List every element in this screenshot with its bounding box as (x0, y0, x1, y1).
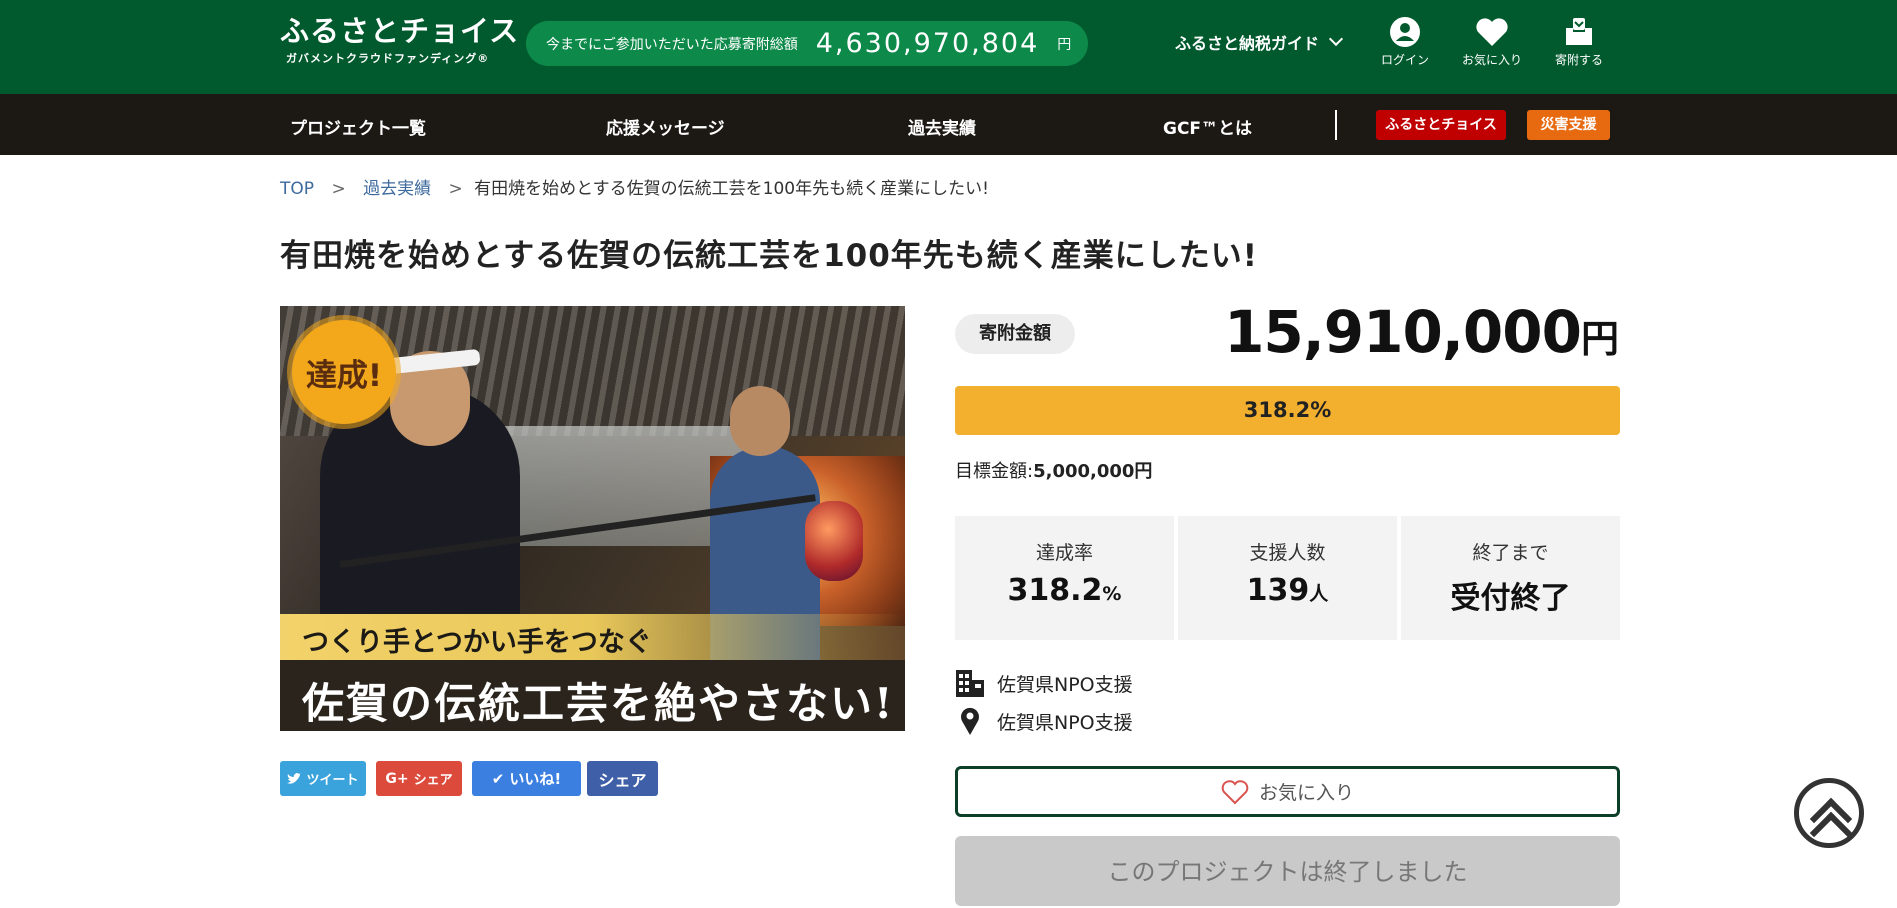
logo-sub-text: ガバメントクラウドファンディング® (286, 51, 490, 65)
gplus-label: シェア (413, 773, 453, 788)
map-pin-icon (961, 707, 979, 735)
site-logo[interactable]: ふるさとチョイス ガバメントクラウドファンディング® (280, 14, 520, 66)
user-icon (1390, 17, 1420, 47)
stat-achievement-rate: 達成率 318.2% (955, 516, 1174, 640)
favorites-label: お気に入り (1461, 53, 1522, 67)
breadcrumb: TOP > 過去実績 > 有田焼を始めとする佐賀の伝統工芸を100年先も続く産業… (280, 174, 989, 199)
nav-project-list[interactable]: プロジェクト一覧 (290, 114, 426, 139)
hero-caption-top: つくり手とつかい手をつなぐ (280, 614, 905, 660)
breadcrumb-separator: > (448, 179, 463, 199)
donate-button[interactable]: 寄附する (1544, 16, 1614, 68)
total-donation-pill: 今までにご参加いただいた応募寄附総額 4,630,970,804 円 (526, 21, 1088, 66)
nav-divider (1335, 110, 1337, 140)
total-donation-unit: 円 (1057, 36, 1072, 53)
target-amount: 目標金額:5,000,000円 (955, 457, 1152, 483)
donate-label: 寄附する (1554, 53, 1603, 67)
login-button[interactable]: ログイン (1370, 16, 1440, 68)
donation-amount: 15,910,000円 (1224, 298, 1619, 366)
donation-amount-unit: 円 (1580, 317, 1619, 361)
facebook-share-button[interactable]: シェア (587, 761, 658, 796)
stat-value: 受付終了 (1401, 573, 1620, 617)
achieved-badge-text: 達成! (305, 357, 383, 394)
twitter-icon (287, 772, 302, 784)
hero-caption-top-text: つくり手とつかい手をつなぐ (302, 627, 652, 658)
stat-label: 支援人数 (1249, 542, 1326, 564)
add-to-favorites-button[interactable]: お気に入り (955, 766, 1620, 817)
breadcrumb-past-results[interactable]: 過去実績 (363, 179, 431, 199)
stat-number: 318.2 (1007, 573, 1103, 608)
target-amount-label: 目標金額: (955, 461, 1034, 482)
stat-time-remaining: 終了まで 受付終了 (1401, 516, 1620, 640)
scroll-to-top-button[interactable] (1794, 778, 1864, 848)
chevron-down-icon (1328, 31, 1344, 47)
stat-unit: 人 (1309, 583, 1329, 605)
achieved-badge: 達成! (292, 320, 396, 424)
stat-supporters: 支援人数 139人 (1178, 516, 1397, 640)
total-donation-label: 今までにご参加いただいた応募寄附総額 (546, 36, 798, 53)
tweet-button[interactable]: ツイート (280, 761, 366, 796)
gplus-icon: G+ (385, 770, 409, 787)
furusato-guide-dropdown[interactable]: ふるさと納税ガイド (1175, 30, 1344, 54)
project-closed-button: このプロジェクトは終了しました (955, 836, 1620, 906)
stat-value: 139人 (1178, 573, 1397, 608)
furusato-choice-badge[interactable]: ふるさとチョイス (1376, 110, 1506, 140)
total-donation-amount: 4,630,970,804 (815, 28, 1040, 59)
organization-name[interactable]: 佐賀県NPO支援 (997, 670, 1133, 697)
nav-about-gcf[interactable]: GCF™とは (1163, 114, 1252, 139)
page-title: 有田焼を始めとする佐賀の伝統工芸を100年先も続く産業にしたい! (280, 238, 1258, 274)
building-icon (956, 670, 984, 697)
stat-unit: % (1102, 583, 1122, 605)
donation-amount-label: 寄附金額 (955, 314, 1075, 354)
hero-person-elder-head (730, 386, 790, 456)
disaster-support-badge[interactable]: 災害支援 (1527, 110, 1610, 140)
hero-caption-main-text: 佐賀の伝統工芸を絶やさない! (302, 679, 895, 728)
location-name: 佐賀県NPO支援 (997, 711, 1133, 734)
login-label: ログイン (1380, 53, 1429, 67)
heart-icon (1476, 18, 1508, 46)
main-nav: プロジェクト一覧 応援メッセージ 過去実績 GCF™とは ふるさとチョイス 災害… (0, 94, 1897, 155)
donation-amount-value: 15,910,000 (1224, 298, 1582, 366)
hero-caption-main: 佐賀の伝統工芸を絶やさない! (280, 660, 905, 731)
location-row: 佐賀県NPO支援 (955, 706, 1133, 736)
nav-support-messages[interactable]: 応援メッセージ (606, 114, 725, 139)
heart-outline-icon (1221, 779, 1249, 804)
funding-progress-bar: 318.2% (955, 386, 1620, 435)
gplus-share-button[interactable]: G+ シェア (376, 761, 462, 796)
stat-number: 受付終了 (1450, 581, 1571, 616)
funding-progress-text: 318.2% (1243, 398, 1332, 422)
stat-value: 318.2% (955, 573, 1174, 608)
organization-row: 佐賀県NPO支援 (955, 668, 1133, 698)
project-hero-image: 達成! つくり手とつかい手をつなぐ 佐賀の伝統工芸を絶やさない! (280, 306, 905, 731)
target-amount-value: 5,000,000円 (1033, 461, 1153, 482)
breadcrumb-current: 有田焼を始めとする佐賀の伝統工芸を100年先も続く産業にしたい! (474, 179, 989, 199)
fb-share-label: シェア (598, 770, 647, 790)
tweet-label: ツイート (306, 773, 359, 788)
favorite-label: お気に入り (1258, 782, 1354, 804)
top-header: ふるさとチョイス ガバメントクラウドファンディング® 今までにご参加いただいた応… (0, 0, 1897, 94)
breadcrumb-separator: > (331, 179, 346, 199)
stat-label: 終了まで (1472, 542, 1549, 564)
guide-label: ふるさと納税ガイド (1175, 34, 1320, 53)
stat-label: 達成率 (1035, 542, 1093, 564)
logo-main-text: ふるさとチョイス (280, 14, 520, 48)
check-icon: ✔ (491, 769, 505, 788)
breadcrumb-top[interactable]: TOP (280, 179, 314, 199)
facebook-like-button[interactable]: ✔ いいね! (472, 761, 581, 796)
donate-box-icon (1566, 18, 1592, 45)
favorites-button[interactable]: お気に入り (1457, 16, 1527, 68)
like-label: いいね! (509, 770, 562, 788)
stat-number: 139 (1246, 573, 1310, 608)
nav-past-results[interactable]: 過去実績 (908, 114, 976, 139)
hero-molten-glass (805, 501, 863, 581)
